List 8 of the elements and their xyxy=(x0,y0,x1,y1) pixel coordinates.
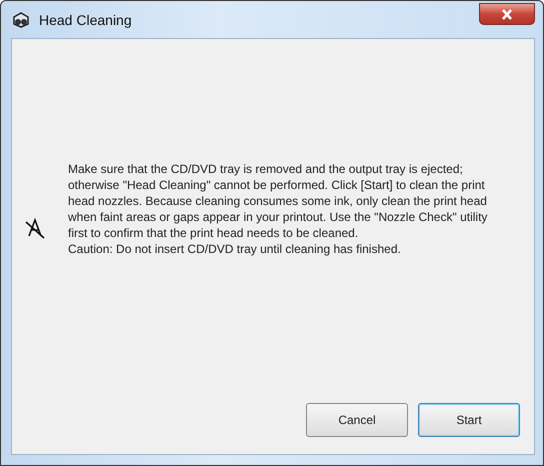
instruction-text: Make sure that the CD/DVD tray is removed and the output tray is ejected; otherwise "Head Cleaning" cannot be performed. Click [Start] to clean the print head nozzles. Because cleaning consumes some ink, only clean the print head when faint areas or gaps appear in your printout. Use the "Nozzle Check" utility first to confirm that the print head needs to be cleaned. xyxy=(68,161,488,241)
cancel-button[interactable]: Cancel xyxy=(306,403,408,437)
close-icon xyxy=(501,8,513,20)
start-button[interactable]: Start xyxy=(418,403,520,437)
window-title: Head Cleaning xyxy=(39,12,132,28)
caution-text: Caution: Do not insert CD/DVD tray until cleaning has finished. xyxy=(68,241,402,257)
printer-icon xyxy=(11,10,31,28)
close-button[interactable] xyxy=(479,3,535,25)
